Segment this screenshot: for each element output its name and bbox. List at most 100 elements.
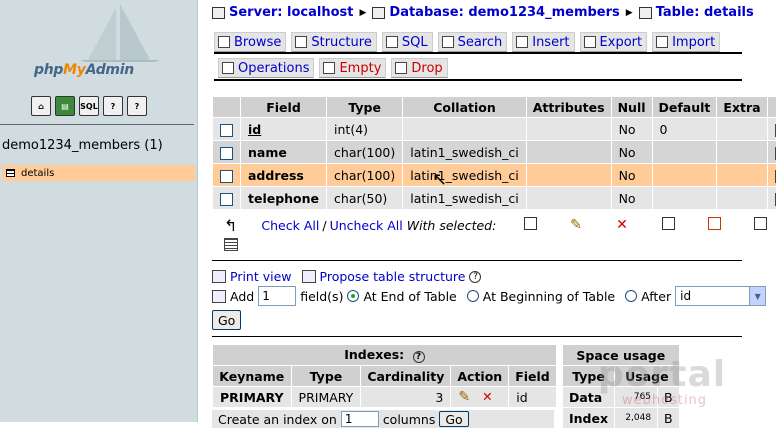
column-header: Action [451,366,509,386]
propose-structure-link[interactable]: Propose table structure [320,269,466,284]
drop-x-icon[interactable]: ✕ [599,217,645,233]
create-index-go-button[interactable]: Go [439,411,469,427]
index-cardinality: 3 [361,387,451,407]
sql-docs-icon[interactable]: ? [127,96,147,116]
field-collation [403,118,526,140]
table-row[interactable]: id int(4) No 0 [213,118,776,140]
wrench-icon [222,62,234,74]
edit-pencil-icon[interactable]: ✎ [553,217,599,233]
tab-label: Import [672,34,716,50]
home-icon[interactable]: ⌂ [31,96,51,116]
tab-insert[interactable]: Insert [512,32,575,52]
help-icon[interactable]: ? [412,351,425,363]
phpmyadmin-logo[interactable]: phpMyAdmin [0,0,198,90]
add-field-go-button[interactable]: Go [212,310,242,330]
arrow-ltr-icon: ↰ [224,216,238,235]
check-all-link[interactable]: Check All [261,218,319,233]
columns-label: columns [382,411,436,427]
edit-pencil-icon[interactable]: ✎ [458,389,470,405]
sql-icon[interactable]: SQL [79,96,99,116]
row-checkbox[interactable] [220,192,233,206]
tab-divider [214,79,742,81]
drop-x-icon[interactable]: ✕ [482,389,492,404]
tab-search[interactable]: Search [437,32,508,52]
uncheck-all-link[interactable]: Uncheck All [330,218,403,233]
field-collation: latin1_swedish_ci [403,187,526,209]
table-icon [638,6,652,19]
print-view-link[interactable]: Print view [230,269,292,284]
fulltext-icon[interactable] [224,237,238,251]
field-default: 0 [652,118,717,140]
breadcrumb-server[interactable]: Server: localhost [229,5,353,20]
empty-icon [323,62,336,74]
breadcrumb-table[interactable]: Table: details [656,5,754,20]
database-link[interactable]: demo1234_members (1) [2,138,163,153]
field-null: No [611,141,652,163]
table-header-row: Field Type Collation Attributes Null Def… [213,97,776,117]
breadcrumb: Server: localhost ▶ Database: demo1234_m… [212,5,754,20]
watermark-logo: portal [598,354,727,395]
tab-operations[interactable]: Operations [218,58,315,78]
field-name: telephone [241,187,327,209]
row-checkbox[interactable] [220,123,233,137]
print-icon [212,270,226,283]
field-count-input[interactable] [258,286,297,306]
tab-export[interactable]: Export [579,32,648,52]
table-row[interactable]: telephone char(50) latin1_swedish_ci No [213,187,776,209]
at-beginning-radio[interactable] [466,290,479,302]
column-header: Attributes [526,97,611,117]
field-default [652,187,717,209]
row-checkbox[interactable] [220,169,233,183]
row-checkbox[interactable] [220,146,233,160]
at-end-radio[interactable] [347,290,360,302]
indexes-title: Indexes: [344,347,405,362]
field-extra [717,118,767,140]
tab-browse[interactable]: Browse [214,32,287,52]
field-type: char(100) [327,164,403,186]
import-icon [656,36,669,48]
insert-icon [516,36,529,48]
column-header: Field [509,366,556,386]
tab-row-secondary: Operations Empty Drop [218,58,448,78]
breadcrumb-database[interactable]: Database: demo1234_members [389,5,619,20]
drop-icon [395,62,408,74]
column-header: Extra [717,97,767,117]
docs-icon[interactable]: ? [103,96,123,116]
help-icon[interactable]: ? [469,270,482,283]
field-name: id [241,118,327,140]
column-header: Default [652,97,717,117]
column-header: Collation [403,97,526,117]
tab-structure[interactable]: Structure [291,32,377,52]
field-collation: latin1_swedish_ci [403,141,526,163]
mouse-cursor-icon: ↖ [432,169,448,190]
sidebar-item-details[interactable]: details [2,165,195,181]
row-actions [767,164,776,186]
column-header: Null [611,97,652,117]
unique-icon[interactable] [691,217,737,233]
row-actions [767,118,776,140]
after-field-select[interactable]: id ▼ [675,286,767,306]
tab-drop[interactable]: Drop [391,58,448,78]
select-value: id [680,289,692,303]
tab-import[interactable]: Import [652,32,721,52]
table-row[interactable]: name char(100) latin1_swedish_ci No [213,141,776,163]
export-icon [583,36,596,48]
query-window-icon[interactable]: ▤ [55,96,75,116]
tab-empty[interactable]: Empty [319,58,387,78]
table-row[interactable]: address char(100) latin1_swedish_ci No [213,164,776,186]
sailboat-logo-icon [80,4,160,62]
with-selected-actions: ✎ ✕ [507,217,776,233]
primary-key-icon[interactable] [645,217,691,233]
sidebar-item-label: details [21,167,55,179]
field-default [652,164,717,186]
row-select [213,141,240,163]
browse-selected-icon[interactable] [507,217,553,233]
tab-sql[interactable]: SQL [381,32,433,52]
row-select [213,118,240,140]
tab-label: Empty [339,60,382,76]
search-icon [441,36,454,48]
arrow-right-icon: ▶ [625,7,633,18]
after-radio[interactable] [625,290,638,302]
index-icon[interactable] [737,217,776,233]
index-columns-input[interactable] [340,411,379,427]
